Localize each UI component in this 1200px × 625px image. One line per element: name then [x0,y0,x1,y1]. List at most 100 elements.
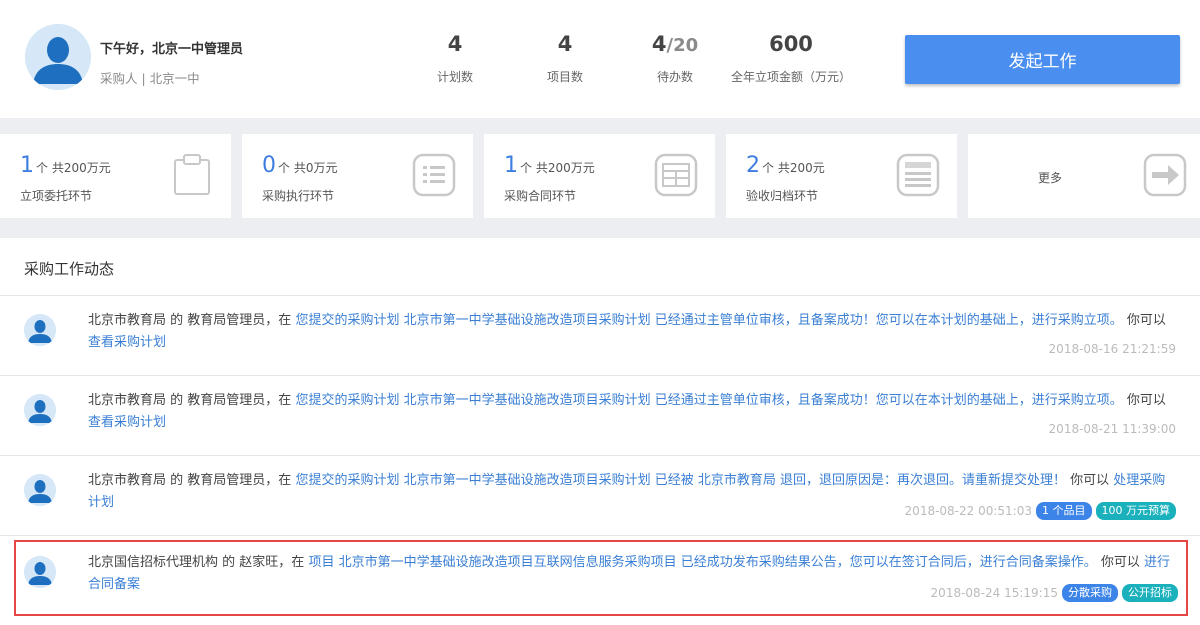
card-project-entrust[interactable]: 1个 共200万元 立项委托环节 [0,134,231,218]
stat-todo[interactable]: 4/20 待办数 [645,30,705,85]
connector: 的 [166,313,188,328]
connector: ，在 [278,555,309,570]
feed-item-text: 北京市教育局 的 教育局管理员，在 您提交的采购计划 北京市第一中学基础设施改造… [88,310,1178,354]
card-count-suffix: 个 共0万元 [278,161,338,175]
stat-label: 待办数 [656,70,693,84]
connector: 你可以 [1122,313,1166,328]
card-count-suffix: 个 共200万元 [36,161,111,175]
person-name: 教育局管理员 [187,393,266,408]
card-count-number: 0 [262,153,276,178]
card-count-suffix: 个 共200万元 [520,161,595,175]
card-count-number: 1 [504,153,518,178]
user-icon [24,314,56,346]
connector: 的 [166,473,188,488]
feed-item-meta: 2018-08-21 11:39:00 [1049,422,1176,436]
activity-link[interactable]: 项目 北京市第一中学基础设施改造项目互联网信息服务采购项目 已经成功发布采购结果… [308,555,1096,570]
connector: 你可以 [1096,555,1144,570]
connector: 你可以 [1122,393,1166,408]
user-icon [24,394,56,426]
stat-value: 4/20 [645,30,705,58]
card-label: 采购执行环节 [262,189,335,203]
connector: 的 [218,555,240,570]
archive-icon [896,153,940,197]
avatar[interactable] [25,24,91,90]
feed-item-meta: 2018-08-22 00:51:03 1 个品目 100 万元预算 [905,502,1176,520]
card-procurement-contract[interactable]: 1个 共200万元 采购合同环节 [484,134,715,218]
table-icon [654,153,698,197]
card-count-number: 2 [746,153,760,178]
tag-badge[interactable]: 100 万元预算 [1095,502,1176,520]
stat-value-total: /20 [666,35,699,56]
avatar[interactable] [24,394,56,426]
list-icon [412,153,456,197]
clipboard-icon [174,154,210,195]
feed-item: 北京市教育局 的 教育局管理员，在 您提交的采购计划 北京市第一中学基础设施改造… [0,296,1200,374]
avatar[interactable] [24,314,56,346]
stat-plans[interactable]: 4 计划数 [430,30,480,85]
stat-label: 项目数 [546,70,583,84]
person-name: 赵家旺 [239,555,279,570]
tag-badge[interactable]: 分散采购 [1062,584,1118,602]
card-count-number: 1 [20,153,34,178]
stat-label: 全年立项金额（万元） [730,70,851,84]
card-count: 1个 共200万元 [504,153,595,178]
org-name: 北京市教育局 [88,473,167,488]
card-acceptance-archive[interactable]: 2个 共200元 验收归档环节 [726,134,957,218]
avatar[interactable] [24,556,56,588]
person-name: 教育局管理员 [187,313,266,328]
view-plan-link[interactable]: 查看采购计划 [88,335,166,350]
divider [0,535,1200,536]
view-plan-link[interactable]: 查看采购计划 [88,415,166,430]
start-work-button[interactable]: 发起工作 [905,35,1180,84]
org-name: 北京市教育局 [88,393,167,408]
user-icon [24,556,56,588]
stat-projects[interactable]: 4 项目数 [540,30,590,85]
card-label: 立项委托环节 [20,189,93,203]
person-name: 教育局管理员 [187,473,266,488]
activity-link[interactable]: 您提交的采购计划 北京市第一中学基础设施改造项目采购计划 已经通过主管单位审核，… [295,393,1122,408]
connector: ，在 [265,473,296,488]
connector: ，在 [265,393,296,408]
feed-item: 北京市教育局 的 教育局管理员，在 您提交的采购计划 北京市第一中学基础设施改造… [0,456,1200,534]
more-label: 更多 [1038,171,1063,185]
stat-annual-amount[interactable]: 600 全年立项金额（万元） [726,30,856,85]
activity-link[interactable]: 您提交的采购计划 北京市第一中学基础设施改造项目采购计划 已经被 北京市教育局 … [295,473,1066,488]
feed-item-meta: 2018-08-24 15:19:15 分散采购 公开招标 [931,584,1178,602]
card-count: 0个 共0万元 [262,153,337,178]
stat-value: 600 [769,32,813,56]
timestamp: 2018-08-22 00:51:03 [904,504,1032,518]
stat-value: 4 [557,32,573,56]
tag-badge[interactable]: 1 个品目 [1036,502,1092,520]
connector: 你可以 [1065,473,1114,488]
card-procurement-execution[interactable]: 0个 共0万元 采购执行环节 [242,134,473,218]
card-label: 验收归档环节 [746,189,819,203]
greeting: 下午好，北京一中管理员 [100,42,244,57]
card-count-suffix: 个 共200元 [762,161,825,175]
timestamp: 2018-08-24 15:19:15 [930,586,1058,600]
card-count: 2个 共200元 [746,153,825,178]
avatar[interactable] [24,474,56,506]
feed-title: 采购工作动态 [24,260,115,278]
user-icon [25,24,91,90]
stat-label: 计划数 [436,70,473,84]
header: 下午好，北京一中管理员 采购人 | 北京一中 4 计划数 4 项目数 4/20 … [0,0,1200,118]
card-more[interactable]: 更多 [968,134,1200,218]
tag-badge[interactable]: 公开招标 [1122,584,1178,602]
stat-value: 4 [447,32,463,56]
connector: ，在 [265,313,296,328]
org-name: 北京国信招标代理机构 [88,555,219,570]
connector: 的 [166,393,188,408]
procurement-activity-feed: 采购工作动态 北京市教育局 的 教育局管理员，在 您提交的采购计划 北京市第一中… [0,238,1200,625]
card-count: 1个 共200万元 [20,153,111,178]
user-icon [24,474,56,506]
feed-item-highlighted: 北京国信招标代理机构 的 赵家旺，在 项目 北京市第一中学基础设施改造项目互联网… [14,540,1188,616]
activity-link[interactable]: 您提交的采购计划 北京市第一中学基础设施改造项目采购计划 已经通过主管单位审核，… [295,313,1122,328]
user-role: 采购人 | 北京一中 [100,71,200,86]
feed-item: 北京市教育局 的 教育局管理员，在 您提交的采购计划 北京市第一中学基础设施改造… [0,376,1200,454]
card-label: 采购合同环节 [504,189,577,203]
arrow-right-icon [1143,153,1187,197]
stat-value-main: 4 [651,32,667,56]
feed-item-text: 北京市教育局 的 教育局管理员，在 您提交的采购计划 北京市第一中学基础设施改造… [88,390,1178,434]
timestamp: 2018-08-21 11:39:00 [1048,422,1176,436]
timestamp: 2018-08-16 21:21:59 [1048,342,1176,356]
